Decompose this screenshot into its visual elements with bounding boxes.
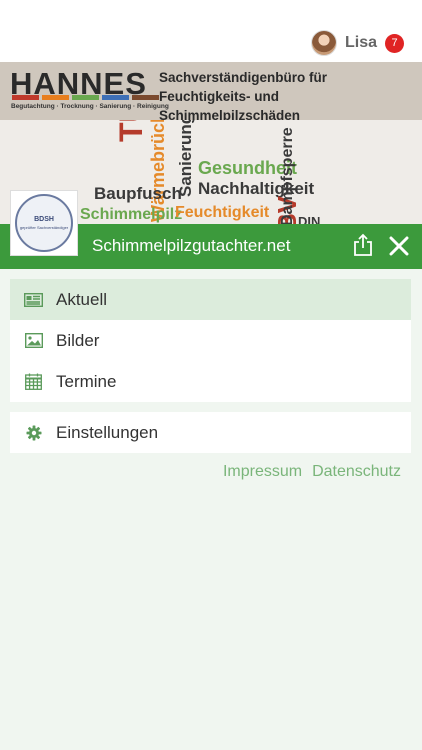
menu-label: Termine xyxy=(56,371,117,391)
seal-text: BDSH xyxy=(34,216,54,223)
cloud-word: Baupfusch xyxy=(94,184,182,203)
user-avatar[interactable] xyxy=(310,30,337,56)
main-menu: Aktuell Bilder Termine xyxy=(10,279,411,402)
menu-label: Bilder xyxy=(56,330,100,350)
cloud-word: Dampfsperre xyxy=(279,127,296,224)
top-bar: Lisa 7 xyxy=(0,0,422,62)
brand-stripe xyxy=(72,95,99,100)
company-banner: HANNES Begutachtung · Trocknung · Sanier… xyxy=(0,62,422,123)
newspaper-icon xyxy=(24,292,43,308)
menu-label: Einstellungen xyxy=(56,422,159,442)
brand-stripes xyxy=(12,95,159,100)
close-icon xyxy=(389,236,409,256)
cloud-word: TÜV xyxy=(113,120,150,142)
menu-item-bilder[interactable]: Bilder xyxy=(10,320,411,361)
site-title: Schimmelpilzgutachter.net xyxy=(92,236,291,255)
notification-badge[interactable]: 7 xyxy=(385,33,404,53)
user-name[interactable]: Lisa xyxy=(345,34,377,52)
brand-stripe xyxy=(12,95,39,100)
brand-stripe xyxy=(102,95,129,100)
share-icon xyxy=(354,233,372,256)
brand-stripe xyxy=(132,95,159,100)
footer-links: Impressum Datenschutz xyxy=(223,463,401,481)
impressum-link[interactable]: Impressum xyxy=(223,463,302,481)
banner-title-line1: Sachverständigenbüro für xyxy=(159,70,328,85)
seal-subtext: geprüfter Sachverständiger xyxy=(19,225,69,230)
cloud-word: Schimmelpilz xyxy=(80,206,183,223)
banner-title: Sachverständigenbüro für Feuchtigkeits- … xyxy=(159,68,422,125)
menu-item-einstellungen[interactable]: Einstellungen xyxy=(10,412,411,453)
menu-label: Aktuell xyxy=(56,289,108,309)
gear-icon xyxy=(24,425,43,441)
seal-badge: BDSH geprüfter Sachverständiger xyxy=(15,194,73,252)
datenschutz-link[interactable]: Datenschutz xyxy=(312,463,401,481)
brand-stripe xyxy=(42,95,69,100)
settings-menu: Einstellungen xyxy=(10,412,411,453)
cloud-word: Feuchtigkeit xyxy=(175,204,270,221)
share-button[interactable] xyxy=(352,233,374,257)
cloud-word: DIN xyxy=(298,214,321,224)
association-logo[interactable]: BDSH geprüfter Sachverständiger xyxy=(10,190,78,256)
close-button[interactable] xyxy=(388,235,410,257)
image-icon xyxy=(24,333,43,349)
menu-item-aktuell[interactable]: Aktuell xyxy=(10,279,411,320)
calendar-icon xyxy=(24,373,43,390)
brand-tagline: Begutachtung · Trocknung · Sanierung · R… xyxy=(11,103,169,110)
user-menu[interactable]: Lisa 7 xyxy=(310,30,404,56)
menu-item-termine[interactable]: Termine xyxy=(10,361,411,402)
